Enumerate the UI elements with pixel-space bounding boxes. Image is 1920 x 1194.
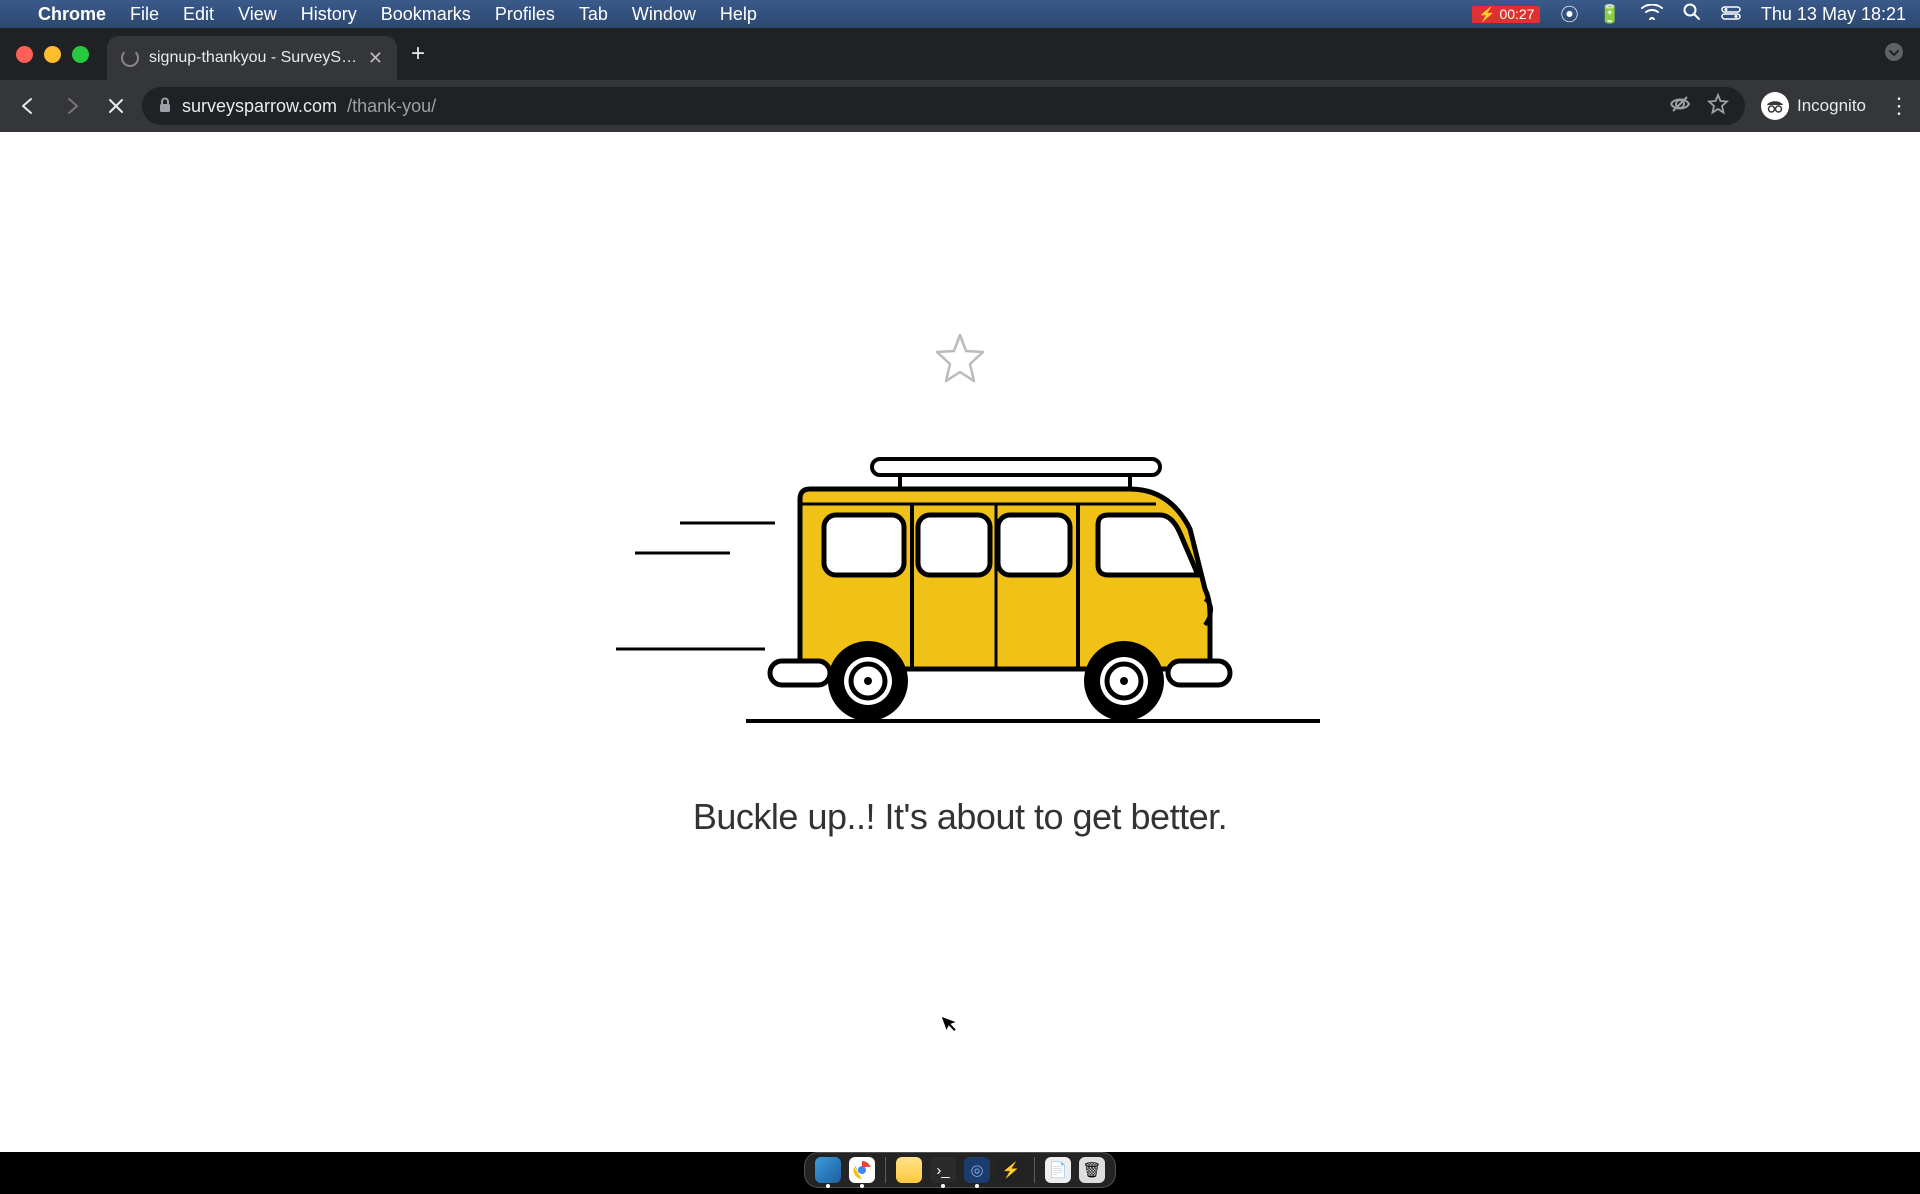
menu-edit[interactable]: Edit [183,4,214,25]
menu-window[interactable]: Window [632,4,696,25]
url-host: surveysparrow.com [182,96,337,117]
window-close-button[interactable] [16,46,33,63]
chrome-toolbar: surveysparrow.com/thank-you/ Incognito ⋮ [0,80,1920,132]
back-button[interactable] [10,88,46,124]
tab-close-button[interactable]: ✕ [368,48,383,69]
dock-terminal-icon[interactable]: ›_ [930,1157,956,1183]
omnibox-actions [1669,93,1729,120]
wifi-icon[interactable] [1641,4,1663,25]
no-tracking-icon[interactable] [1669,93,1691,120]
incognito-indicator[interactable]: Incognito [1761,92,1866,120]
battery-icon[interactable]: 🔋 [1598,4,1620,25]
chrome-menu-button[interactable]: ⋮ [1888,93,1910,119]
address-bar[interactable]: surveysparrow.com/thank-you/ [142,87,1745,125]
dock-app-1-icon[interactable]: ◎ [964,1157,990,1183]
recording-time: 00:27 [1499,6,1534,22]
menu-tab[interactable]: Tab [579,4,608,25]
menubar-left: Chrome File Edit View History Bookmarks … [14,4,757,25]
menu-history[interactable]: History [301,4,357,25]
macos-dock: ›_ ◎ ⚡ 📄 🗑 [804,1152,1116,1188]
macos-dock-wrap: ›_ ◎ ⚡ 📄 🗑 [0,1152,1920,1188]
tab-title: signup-thankyou - SurveySparrow [149,49,358,67]
mouse-cursor-icon [940,1010,965,1042]
bolt-icon: ⚡ [1478,6,1495,23]
incognito-icon [1761,92,1789,120]
page-message: Buckle up..! It's about to get better. [693,796,1227,838]
menubar-right: ⚡ 00:27 ⦿ 🔋 Thu 13 May 18:21 [1472,1,1906,27]
menubar-app-name[interactable]: Chrome [38,4,106,25]
menubar-datetime[interactable]: Thu 13 May 18:21 [1761,4,1906,25]
control-center-icon[interactable] [1721,4,1741,25]
page-content: Buckle up..! It's about to get better. [0,132,1920,1152]
dock-chrome-icon[interactable] [849,1157,875,1183]
dock-app-2-icon[interactable]: ⚡ [998,1157,1024,1183]
macos-menubar: Chrome File Edit View History Bookmarks … [0,0,1920,28]
chrome-tab-strip: signup-thankyou - SurveySparrow ✕ + [0,28,1920,80]
menu-bookmarks[interactable]: Bookmarks [381,4,471,25]
dock-trash-icon[interactable]: 🗑 [1079,1157,1105,1183]
dock-notes-icon[interactable] [896,1157,922,1183]
spotlight-icon[interactable] [1683,3,1701,26]
menu-view[interactable]: View [238,4,277,25]
forward-button[interactable] [54,88,90,124]
menu-profiles[interactable]: Profiles [495,4,555,25]
tab-search-icon[interactable] [1884,42,1904,67]
recording-indicator[interactable]: ⚡ 00:27 [1472,6,1540,23]
window-minimize-button[interactable] [44,46,61,63]
dock-finder-icon[interactable] [815,1157,841,1183]
lock-icon[interactable] [158,97,172,116]
url-path: /thank-you/ [347,96,436,117]
menu-help[interactable]: Help [720,4,757,25]
dock-textedit-icon[interactable]: 📄 [1045,1157,1071,1183]
browser-tab[interactable]: signup-thankyou - SurveySparrow ✕ [107,36,397,80]
window-controls [16,46,89,63]
bookmark-star-icon[interactable] [1707,93,1729,120]
star-icon [933,332,987,389]
menu-file[interactable]: File [130,4,159,25]
window-maximize-button[interactable] [72,46,89,63]
new-tab-button[interactable]: + [411,40,425,68]
loading-spinner-icon [121,49,139,67]
stop-reload-button[interactable] [98,88,134,124]
bus-illustration [600,449,1320,744]
fan-icon[interactable]: ⦿ [1560,1,1578,27]
incognito-label: Incognito [1797,96,1866,116]
